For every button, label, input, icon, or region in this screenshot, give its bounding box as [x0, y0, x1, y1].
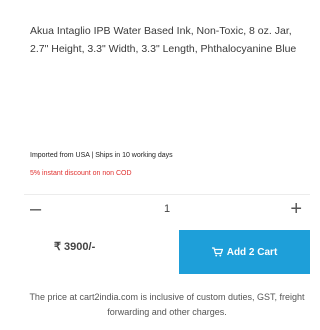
product-panel: Akua Intaglio IPB Water Based Ink, Non-T… — [24, 0, 310, 330]
import-shipping-info: Imported from USA | Ships in 10 working … — [30, 152, 173, 159]
quantity-stepper: – 1 + — [24, 194, 310, 229]
increase-quantity-button[interactable]: + — [290, 198, 302, 221]
quantity-value[interactable]: 1 — [24, 203, 310, 215]
price-inclusion-note: The price at cart2india.com is inclusive… — [29, 292, 305, 317]
discount-info: 5% instant discount on non COD — [30, 170, 132, 177]
add-to-cart-label: Add 2 Cart — [226, 246, 278, 258]
shopping-cart-icon — [211, 247, 223, 257]
product-price: ₹ 3900/- — [54, 241, 96, 253]
add-to-cart-button[interactable]: Add 2 Cart — [179, 230, 310, 274]
product-title: Akua Intaglio IPB Water Based Ink, Non-T… — [30, 25, 297, 55]
